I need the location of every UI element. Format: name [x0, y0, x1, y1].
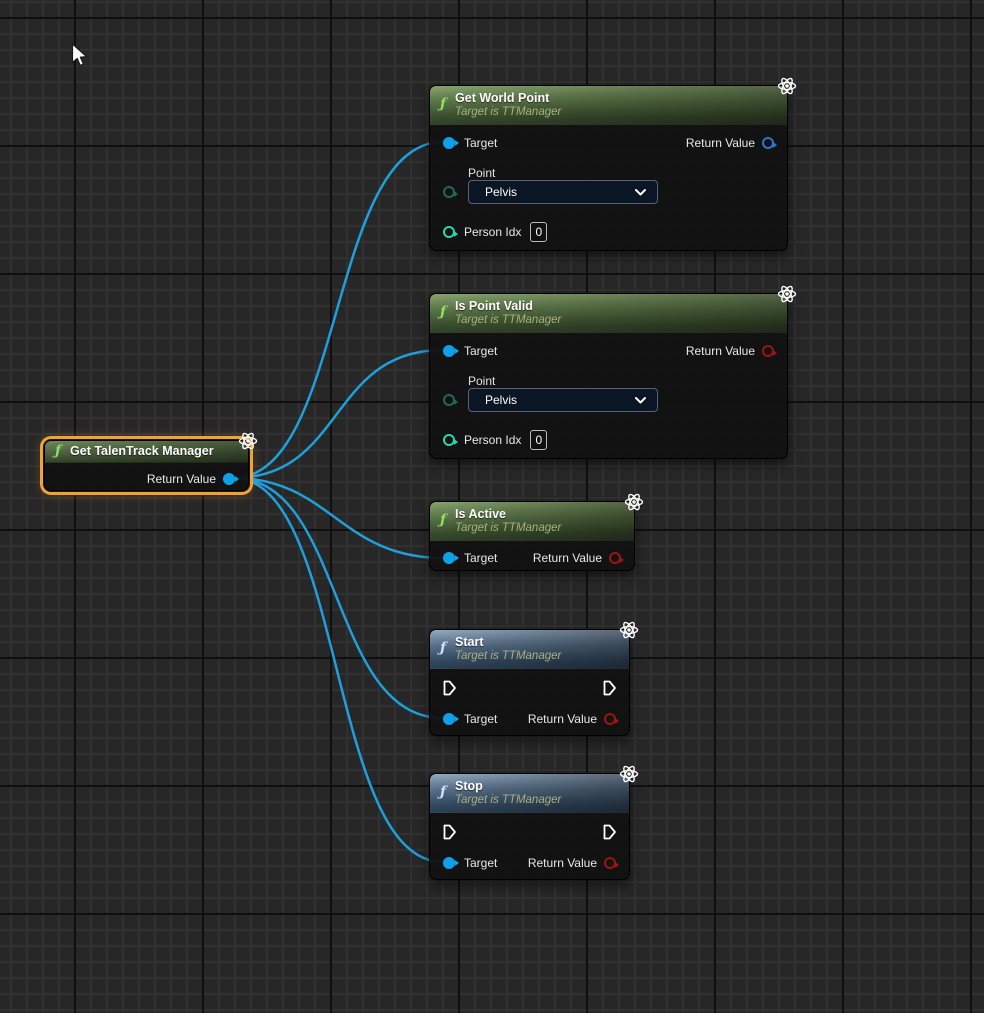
- person-idx-input-pin[interactable]: [443, 226, 455, 238]
- node-subtitle: Target is TTManager: [455, 314, 561, 327]
- node-header[interactable]: ƒ Stop Target is TTManager: [430, 774, 629, 813]
- node-title: Stop: [455, 779, 561, 794]
- node-header[interactable]: ƒ Get World Point Target is TTManager: [430, 86, 787, 125]
- point-input-pin[interactable]: [443, 394, 455, 406]
- mouse-cursor-icon: [70, 43, 90, 74]
- return-value-output-pin[interactable]: [223, 473, 235, 485]
- chevron-down-icon: [634, 394, 647, 406]
- atom-icon: [776, 75, 798, 102]
- person-idx-field[interactable]: 0: [530, 222, 547, 242]
- node-is-active[interactable]: ƒ Is Active Target is TTManager Target R…: [429, 501, 635, 571]
- point-dropdown-value: Pelvis: [485, 185, 517, 199]
- node-title: Get World Point: [455, 91, 561, 106]
- return-value-label: Return Value: [686, 344, 755, 358]
- exec-output-pin[interactable]: [603, 824, 616, 840]
- return-value-output-pin[interactable]: [609, 552, 621, 564]
- atom-icon: [618, 619, 640, 646]
- node-get-talentrack-manager[interactable]: ƒ Get TalenTrack Manager Return Value: [44, 440, 249, 491]
- return-value-output-pin[interactable]: [604, 857, 616, 869]
- function-icon: ƒ: [440, 305, 446, 319]
- target-pin-label: Target: [464, 856, 497, 870]
- node-subtitle: Target is TTManager: [455, 522, 561, 535]
- target-input-pin[interactable]: [443, 345, 455, 357]
- node-get-world-point[interactable]: ƒ Get World Point Target is TTManager Ta…: [429, 85, 788, 251]
- point-pin-label: Point: [468, 166, 495, 180]
- node-subtitle: Target is TTManager: [455, 794, 561, 807]
- wire-manager-to-point-valid: [233, 350, 443, 478]
- function-icon: ƒ: [440, 513, 446, 527]
- node-title: Get TalenTrack Manager: [70, 444, 214, 459]
- person-idx-label: Person Idx: [464, 225, 521, 239]
- wire-manager-to-world-point: [233, 142, 443, 478]
- person-idx-label: Person Idx: [464, 433, 521, 447]
- target-input-pin[interactable]: [443, 713, 455, 725]
- node-title: Is Active: [455, 507, 561, 522]
- node-header[interactable]: ƒ Start Target is TTManager: [430, 630, 629, 669]
- chevron-down-icon: [634, 186, 647, 198]
- person-idx-input-pin[interactable]: [443, 434, 455, 446]
- person-idx-field[interactable]: 0: [530, 430, 547, 450]
- target-pin-label: Target: [464, 712, 497, 726]
- function-icon: ƒ: [440, 785, 446, 799]
- exec-output-pin[interactable]: [603, 680, 616, 696]
- point-dropdown[interactable]: Pelvis: [468, 180, 658, 204]
- node-stop[interactable]: ƒ Stop Target is TTManager Target: [429, 773, 630, 880]
- target-input-pin[interactable]: [443, 552, 455, 564]
- function-icon: ƒ: [55, 444, 61, 458]
- node-header[interactable]: ƒ Is Active Target is TTManager: [430, 502, 634, 541]
- return-value-output-pin[interactable]: [604, 713, 616, 725]
- point-pin-label: Point: [468, 374, 495, 388]
- node-subtitle: Target is TTManager: [455, 106, 561, 119]
- atom-icon: [618, 763, 640, 790]
- atom-icon: [237, 430, 259, 457]
- node-header[interactable]: ƒ Is Point Valid Target is TTManager: [430, 294, 787, 333]
- atom-icon: [776, 283, 798, 310]
- node-subtitle: Target is TTManager: [455, 650, 561, 663]
- function-icon: ƒ: [440, 97, 446, 111]
- point-dropdown[interactable]: Pelvis: [468, 388, 658, 412]
- exec-input-pin[interactable]: [443, 680, 456, 696]
- node-is-point-valid[interactable]: ƒ Is Point Valid Target is TTManager Tar…: [429, 293, 788, 459]
- return-value-label: Return Value: [533, 551, 602, 565]
- return-value-label: Return Value: [528, 856, 597, 870]
- node-title: Start: [455, 635, 561, 650]
- target-pin-label: Target: [464, 551, 497, 565]
- target-input-pin[interactable]: [443, 857, 455, 869]
- target-input-pin[interactable]: [443, 137, 455, 149]
- exec-input-pin[interactable]: [443, 824, 456, 840]
- return-value-output-pin[interactable]: [762, 137, 774, 149]
- atom-icon: [623, 491, 645, 518]
- blueprint-graph-canvas[interactable]: ƒ Get World Point Target is TTManager Ta…: [0, 0, 984, 1013]
- node-header[interactable]: ƒ Get TalenTrack Manager: [45, 441, 248, 463]
- point-input-pin[interactable]: [443, 186, 455, 198]
- node-start[interactable]: ƒ Start Target is TTManager Target: [429, 629, 630, 736]
- return-value-label: Return Value: [147, 472, 216, 486]
- return-value-output-pin[interactable]: [762, 345, 774, 357]
- wire-manager-to-start: [233, 478, 443, 718]
- node-title: Is Point Valid: [455, 299, 561, 314]
- return-value-label: Return Value: [528, 712, 597, 726]
- wire-manager-to-stop: [233, 478, 443, 862]
- target-pin-label: Target: [464, 136, 497, 150]
- function-icon: ƒ: [440, 641, 446, 655]
- return-value-label: Return Value: [686, 136, 755, 150]
- target-pin-label: Target: [464, 344, 497, 358]
- point-dropdown-value: Pelvis: [485, 393, 517, 407]
- wire-manager-to-is-active: [233, 478, 443, 558]
